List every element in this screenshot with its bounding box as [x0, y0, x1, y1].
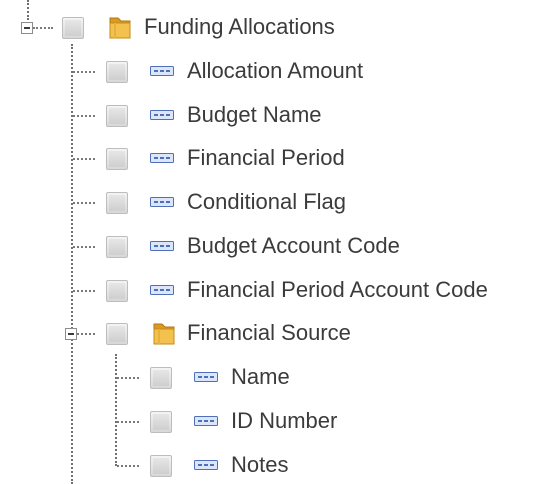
tree-guide-line: [117, 421, 139, 423]
tree-guide-line: [117, 377, 139, 379]
node-label[interactable]: Funding Allocations: [144, 13, 335, 41]
node-label[interactable]: Name: [231, 363, 290, 391]
collapse-toggle[interactable]: [21, 22, 33, 34]
checkbox-funding-allocations[interactable]: [62, 17, 84, 39]
tree-guide-line: [77, 333, 95, 335]
tree-guide-line: [73, 158, 95, 160]
checkbox-budget-account-code[interactable]: [106, 236, 128, 258]
tree-guide-line: [73, 246, 95, 248]
node-label[interactable]: Financial Period: [187, 144, 345, 172]
node-label[interactable]: ID Number: [231, 407, 337, 435]
tree-guide-line: [115, 354, 117, 466]
folder-icon: [153, 323, 175, 345]
tree-guide-line: [73, 71, 95, 73]
field-icon: [150, 197, 174, 207]
tree-guide-line: [33, 27, 53, 29]
field-icon: [150, 66, 174, 76]
field-icon: [150, 110, 174, 120]
checkbox-conditional-flag[interactable]: [106, 192, 128, 214]
checkbox-id-number[interactable]: [150, 411, 172, 433]
checkbox-budget-name[interactable]: [106, 105, 128, 127]
tree-guide-line: [27, 0, 29, 20]
checkbox-notes[interactable]: [150, 455, 172, 477]
node-label[interactable]: Budget Account Code: [187, 232, 400, 260]
checkbox-financial-source[interactable]: [106, 323, 128, 345]
node-label[interactable]: Financial Period Account Code: [187, 276, 488, 304]
tree-guide-line: [73, 115, 95, 117]
checkbox-financial-period[interactable]: [106, 148, 128, 170]
node-label[interactable]: Budget Name: [187, 101, 322, 129]
node-label[interactable]: Allocation Amount: [187, 57, 363, 85]
node-label[interactable]: Notes: [231, 451, 288, 479]
tree-guide-line: [73, 290, 95, 292]
checkbox-financial-period-account-code[interactable]: [106, 280, 128, 302]
collapse-toggle[interactable]: [65, 328, 77, 340]
field-icon: [150, 241, 174, 251]
field-icon: [194, 372, 218, 382]
field-icon: [150, 153, 174, 163]
node-label[interactable]: Financial Source: [187, 319, 351, 347]
field-icon: [194, 416, 218, 426]
checkbox-allocation-amount[interactable]: [106, 61, 128, 83]
folder-icon: [109, 17, 131, 39]
tree-view: Funding Allocations Allocation Amount Bu…: [0, 0, 536, 484]
checkbox-name[interactable]: [150, 367, 172, 389]
field-icon: [194, 460, 218, 470]
field-icon: [150, 285, 174, 295]
tree-guide-line: [117, 465, 139, 467]
tree-guide-line: [73, 202, 95, 204]
tree-guide-line: [71, 44, 73, 484]
node-label[interactable]: Conditional Flag: [187, 188, 346, 216]
